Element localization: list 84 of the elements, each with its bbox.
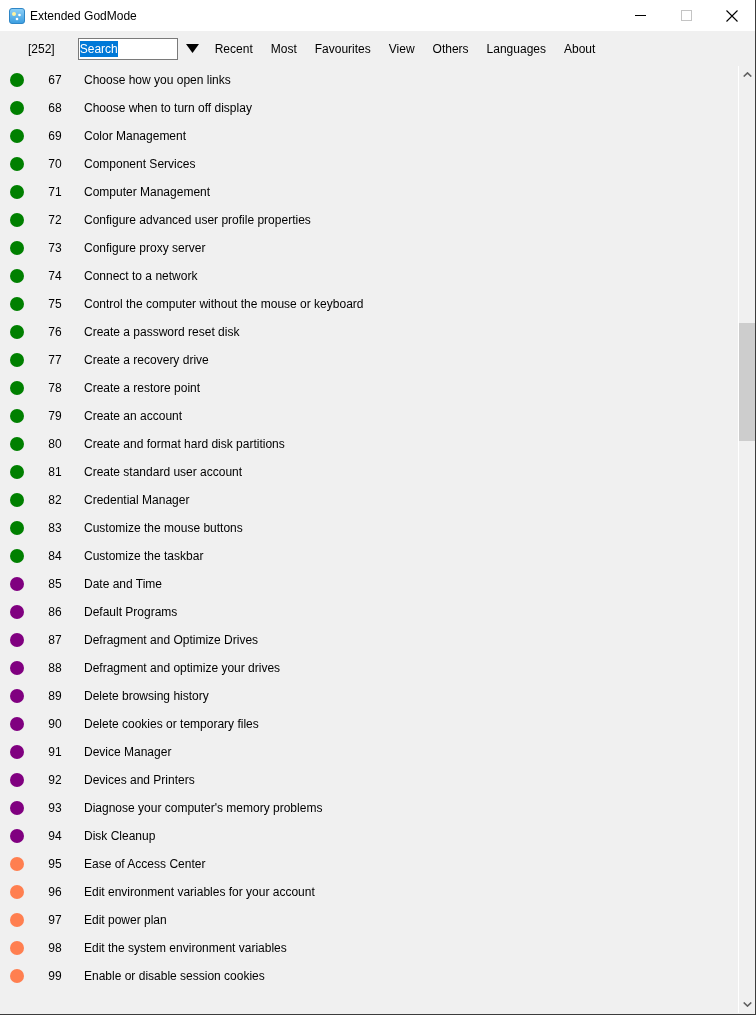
item-number: 85	[47, 576, 63, 592]
item-number: 77	[47, 352, 63, 368]
setting-link[interactable]: Create a recovery drive	[84, 352, 209, 368]
setting-link[interactable]: Create a password reset disk	[84, 324, 240, 340]
setting-link[interactable]: Date and Time	[84, 576, 163, 592]
item-number: 79	[47, 408, 63, 424]
setting-link[interactable]: Credential Manager	[84, 492, 190, 508]
setting-link[interactable]: Disk Cleanup	[84, 828, 156, 844]
setting-link[interactable]: Choose when to turn off display	[84, 100, 252, 116]
search-field[interactable]: Search	[77, 37, 178, 60]
setting-link[interactable]: Customize the mouse buttons	[84, 520, 243, 536]
setting-link[interactable]: Configure proxy server	[84, 240, 206, 256]
item-number: 96	[47, 884, 63, 900]
item-number: 67	[47, 72, 63, 88]
item-number: 80	[47, 436, 63, 452]
setting-link[interactable]: Create a restore point	[84, 380, 201, 396]
setting-link[interactable]: Create and format hard disk partitions	[84, 436, 285, 452]
item-number: 75	[47, 296, 63, 312]
setting-link[interactable]: Device Manager	[84, 744, 172, 760]
item-number: 69	[47, 128, 63, 144]
scrollbar[interactable]	[738, 66, 755, 1013]
setting-link[interactable]: Diagnose your computer's memory problems	[84, 800, 323, 816]
item-number: 91	[47, 744, 63, 760]
minimize-icon[interactable]	[634, 15, 646, 16]
item-number: 98	[47, 940, 63, 956]
item-number: 76	[47, 324, 63, 340]
setting-link[interactable]: Create standard user account	[84, 464, 243, 480]
item-number: 71	[47, 184, 63, 200]
setting-link[interactable]: Configure advanced user profile properties	[84, 212, 311, 228]
setting-link[interactable]: Default Programs	[84, 604, 178, 620]
menu-item[interactable]: View	[388, 40, 415, 57]
item-number: 83	[47, 520, 63, 536]
item-number: 81	[47, 464, 63, 480]
setting-link[interactable]: Edit the system environment variables	[84, 940, 287, 956]
menu-item[interactable]: Others	[432, 40, 469, 57]
close-icon[interactable]	[726, 9, 738, 22]
menu-item[interactable]: Favourites	[314, 40, 371, 57]
item-number: 68	[47, 100, 63, 116]
menu-item[interactable]: About	[564, 40, 596, 57]
item-count: [252]	[28, 40, 55, 57]
item-number: 95	[47, 856, 63, 872]
scroll-down-icon[interactable]	[742, 1002, 752, 1007]
setting-link[interactable]: Defragment and Optimize Drives	[84, 632, 259, 648]
setting-link[interactable]: Computer Management	[84, 184, 211, 200]
setting-link[interactable]: Delete browsing history	[84, 688, 209, 704]
scrollbar-thumb[interactable]	[739, 323, 755, 441]
app-icon	[9, 7, 25, 24]
item-number: 86	[47, 604, 63, 620]
setting-link[interactable]: Control the computer without the mouse or keyboard	[84, 296, 364, 312]
item-number: 74	[47, 268, 63, 284]
setting-link[interactable]: Edit power plan	[84, 912, 167, 928]
setting-link[interactable]: Devices and Printers	[84, 772, 195, 788]
item-number: 92	[47, 772, 63, 788]
item-number: 78	[47, 380, 63, 396]
dropdown-caret-icon[interactable]	[185, 44, 199, 53]
scroll-up-icon[interactable]	[742, 72, 752, 77]
item-number: 99	[47, 968, 63, 984]
item-number: 93	[47, 800, 63, 816]
item-number: 94	[47, 828, 63, 844]
item-number: 84	[47, 548, 63, 564]
item-number: 88	[47, 660, 63, 676]
item-number: 82	[47, 492, 63, 508]
setting-link[interactable]: Defragment and optimize your drives	[84, 660, 281, 676]
item-number: 89	[47, 688, 63, 704]
window-title: Extended GodMode	[30, 7, 137, 24]
menu-item[interactable]: Most	[270, 40, 297, 57]
setting-link[interactable]: Create an account	[84, 408, 183, 424]
item-number: 87	[47, 632, 63, 648]
menu-item[interactable]: Recent	[214, 40, 253, 57]
setting-link[interactable]: Delete cookies or temporary files	[84, 716, 259, 732]
item-number: 70	[47, 156, 63, 172]
menu-item[interactable]: Languages	[486, 40, 546, 57]
item-number: 73	[47, 240, 63, 256]
setting-link[interactable]: Choose how you open links	[84, 72, 231, 88]
setting-link[interactable]: Component Services	[84, 156, 196, 172]
item-number: 90	[47, 716, 63, 732]
setting-link[interactable]: Ease of Access Center	[84, 856, 206, 872]
item-number: 72	[47, 212, 63, 228]
setting-link[interactable]: Edit environment variables for your account	[84, 884, 315, 900]
setting-link[interactable]: Enable or disable session cookies	[84, 968, 265, 984]
item-number: 97	[47, 912, 63, 928]
setting-link[interactable]: Customize the taskbar	[84, 548, 204, 564]
setting-link[interactable]: Color Management	[84, 128, 187, 144]
setting-link[interactable]: Connect to a network	[84, 268, 198, 284]
